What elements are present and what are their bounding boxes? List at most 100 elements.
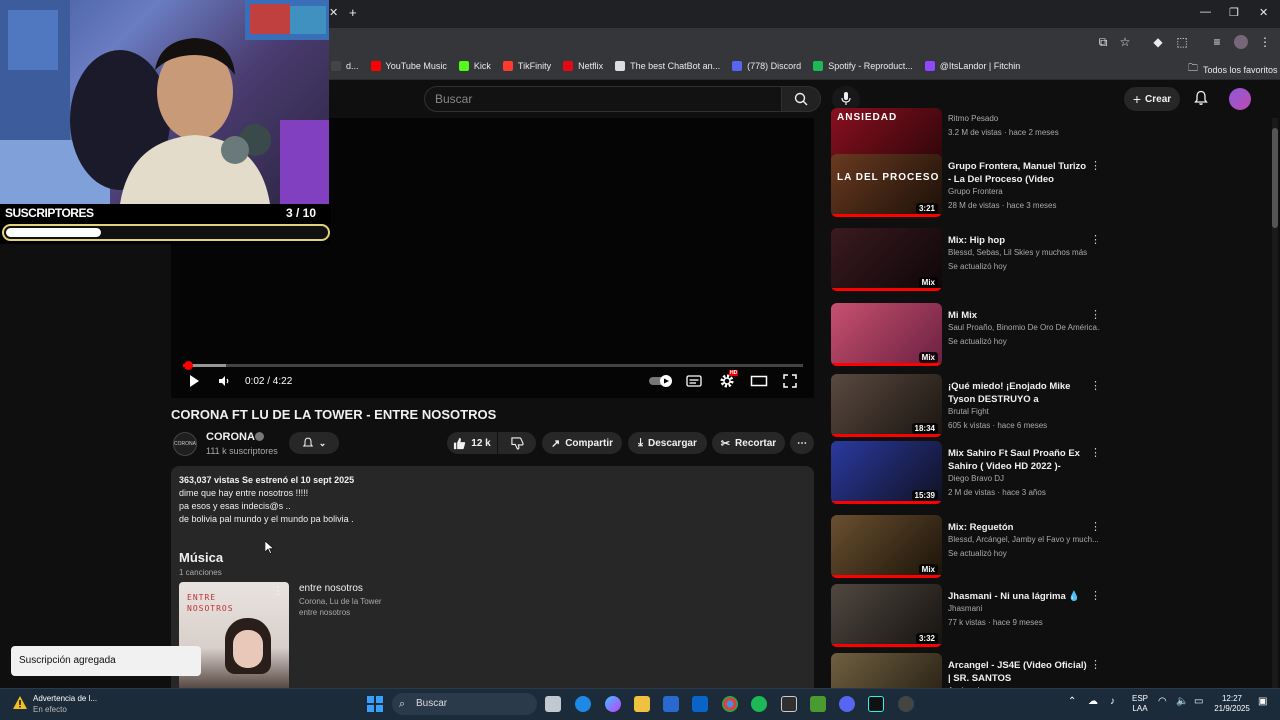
theater-mode-button[interactable] [750, 373, 768, 389]
scrollbar-thumb[interactable] [1272, 128, 1278, 228]
wifi-icon[interactable]: ◠ [1158, 697, 1167, 707]
recommendation-channel[interactable]: Ritmo Pesado [948, 114, 1100, 123]
recommendation-more-icon[interactable]: ⋮ [1090, 379, 1101, 392]
store-icon[interactable] [663, 696, 679, 712]
recommendation-title[interactable]: ¡Qué miedo! ¡Enojado Mike Tyson DESTRUYO… [948, 380, 1088, 406]
subscription-bell-button[interactable]: ⌄ [289, 432, 339, 454]
minimize-icon[interactable]: — [1200, 6, 1211, 18]
minecraft-icon[interactable] [810, 696, 826, 712]
browser-menu-icon[interactable]: ⋮ [1258, 35, 1272, 49]
copilot-icon[interactable] [605, 696, 621, 712]
recommendation-channel[interactable]: Diego Bravo DJ [948, 474, 1100, 483]
share-button[interactable]: ↗ Compartir [542, 432, 622, 454]
song-title[interactable]: entre nosotros [299, 583, 363, 594]
recommendation-thumbnail[interactable]: 15:39 [831, 441, 942, 504]
more-actions-button[interactable]: ⋯ [790, 432, 814, 454]
install-app-icon[interactable]: ⧉ [1096, 35, 1110, 49]
weather-warning-icon[interactable] [12, 695, 28, 716]
recommendation-channel[interactable]: Brutal Fight [948, 407, 1100, 416]
tiktok-icon[interactable] [868, 696, 884, 712]
recommendation-more-icon[interactable]: ⋮ [1090, 308, 1101, 321]
settings-button[interactable]: HD [719, 370, 739, 389]
bookmark-item[interactable]: Spotify - Reproduct... [813, 61, 913, 71]
recommendation-channel[interactable]: Saul Proaño, Binomio De Oro De América..… [948, 323, 1100, 332]
recommendation-thumbnail[interactable]: 3:32 [831, 584, 942, 647]
recommendation-thumbnail[interactable]: Mix [831, 515, 942, 578]
play-button[interactable] [187, 373, 201, 389]
edge-icon[interactable] [575, 696, 591, 712]
recommendation-channel[interactable]: Blessd, Sebas, Lil Skies y muchos más [948, 248, 1100, 257]
recommendation-title[interactable]: Mix: Hip hop [948, 234, 1088, 247]
song-more-icon[interactable]: ⋮ [273, 586, 283, 597]
language-indicator[interactable]: ESP LAA [1128, 694, 1152, 714]
file-explorer-icon[interactable] [634, 696, 650, 712]
maximize-icon[interactable]: ❐ [1229, 6, 1239, 19]
bookmark-item[interactable]: Kick [458, 61, 491, 71]
chrome-icon[interactable] [722, 696, 738, 712]
new-tab-icon[interactable]: + [349, 5, 357, 20]
dislike-button[interactable] [498, 432, 536, 454]
weather-title[interactable]: Advertencia de l... [33, 694, 97, 704]
recommendation-thumbnail[interactable]: LA DEL PROCESO 3:21 [831, 154, 942, 217]
profile-icon[interactable] [1234, 35, 1248, 49]
recommendation-channel[interactable]: Jhasmani [948, 604, 1100, 613]
recommendation-more-icon[interactable]: ⋮ [1090, 589, 1101, 602]
recommendation-channel[interactable]: Blessd, Arcángel, Jamby el Favo y much..… [948, 535, 1100, 544]
recommendation-more-icon[interactable]: ⋮ [1090, 520, 1101, 533]
bookmark-item[interactable]: @ItsLandor | Fitchin [924, 61, 1020, 71]
recommendation-title[interactable]: Grupo Frontera, Manuel Turizo - La Del P… [948, 160, 1088, 186]
recommendation-title[interactable]: Mi Mix [948, 309, 1088, 322]
recommendation-more-icon[interactable]: ⋮ [1090, 446, 1101, 459]
tray-overflow-icon[interactable]: ⌃ [1068, 697, 1076, 707]
extensions-puzzle-icon[interactable]: ⬚ [1175, 35, 1189, 49]
channel-name[interactable]: CORONA [206, 431, 255, 443]
outlook-icon[interactable] [692, 696, 708, 712]
recommendation-thumbnail[interactable]: Mix [831, 303, 942, 366]
bookmark-item[interactable]: The best ChatBot an... [615, 61, 720, 71]
recommendation-title[interactable]: Mix: Reguetón [948, 521, 1088, 534]
like-button[interactable]: 12 k [447, 432, 497, 454]
recommendation-more-icon[interactable]: ⋮ [1090, 658, 1101, 671]
star-icon[interactable]: ☆ [1118, 35, 1132, 49]
recommendation-more-icon[interactable]: ⋮ [1090, 233, 1101, 246]
task-view-icon[interactable] [545, 696, 561, 712]
bookmark-item[interactable]: d... [331, 61, 359, 71]
search-button[interactable] [781, 86, 821, 112]
recommendation-more-icon[interactable]: ⋮ [1090, 159, 1101, 172]
tab-close-icon[interactable]: ✕ [329, 6, 338, 19]
windows-start-icon[interactable] [367, 696, 383, 712]
bookmark-item[interactable]: (778) Discord [732, 61, 801, 71]
recommendation-title[interactable]: Arcangel - JS4E (Video Oficial) | SR. SA… [948, 659, 1088, 685]
clip-button[interactable]: ✂ Recortar [712, 432, 785, 454]
bookmark-item[interactable]: Netflix [563, 61, 603, 71]
progress-scrubber[interactable] [184, 361, 193, 370]
spotify-icon[interactable] [751, 696, 767, 712]
recommendation-channel[interactable]: Grupo Frontera [948, 187, 1100, 196]
bookmark-item[interactable]: YouTube Music [370, 61, 447, 71]
all-favorites[interactable]: 🗀 Todos los favoritos [1188, 61, 1278, 78]
volume-tray-icon[interactable]: 🔈 [1176, 697, 1188, 707]
volume-button[interactable] [217, 373, 231, 389]
battery-icon[interactable]: ▭ [1194, 697, 1203, 707]
account-avatar[interactable] [1229, 88, 1251, 110]
obs-icon[interactable] [781, 696, 797, 712]
bookmark-item[interactable]: TikFinity [502, 61, 551, 71]
notification-center-icon[interactable]: ▣ [1258, 697, 1267, 707]
progress-track[interactable] [183, 364, 803, 367]
autoplay-toggle[interactable] [649, 373, 673, 389]
download-button[interactable]: ⤓ Descargar [628, 432, 707, 454]
channel-avatar[interactable]: CORONA [173, 432, 197, 456]
app-icon[interactable] [898, 696, 914, 712]
close-window-icon[interactable]: ✕ [1259, 6, 1268, 19]
discord-icon[interactable] [839, 696, 855, 712]
fullscreen-button[interactable] [783, 373, 797, 389]
recommendation-title[interactable]: Jhasmani - Ni una lágrima 💧 [948, 590, 1088, 603]
recommendation-thumbnail[interactable]: 18:34 [831, 374, 942, 437]
extension-diamond-icon[interactable]: ◆ [1151, 35, 1165, 49]
microphone-tray-icon[interactable]: ♪ [1110, 697, 1115, 707]
onedrive-icon[interactable]: ☁ [1088, 697, 1098, 707]
search-input[interactable]: Buscar [424, 86, 782, 112]
media-control-icon[interactable]: ≡ [1210, 35, 1224, 49]
notifications-bell-icon[interactable] [1193, 90, 1209, 106]
clock[interactable]: 12:27 21/9/2025 [1210, 694, 1254, 714]
